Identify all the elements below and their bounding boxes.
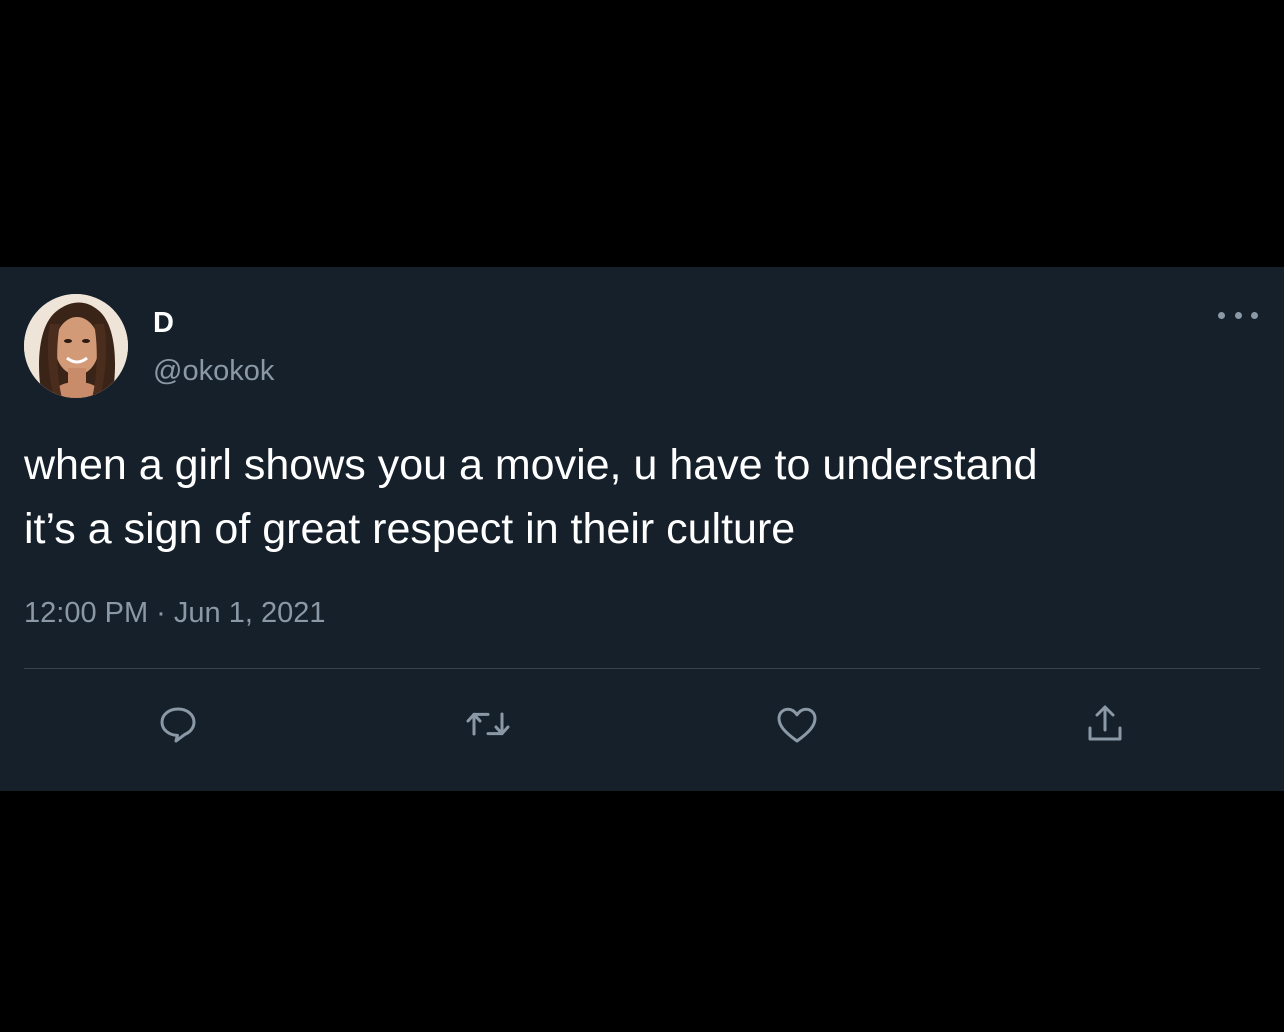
divider [24,668,1260,669]
avatar-image [24,294,128,398]
avatar[interactable] [24,294,128,398]
share-icon [1088,705,1122,741]
like-button[interactable] [769,696,825,752]
more-dot [1234,311,1242,319]
retweet-button[interactable] [460,696,516,752]
share-button[interactable] [1077,696,1133,752]
retweet-icon [466,712,510,736]
heart-icon [777,707,817,743]
more-dot [1251,311,1258,319]
user-handle[interactable]: @okokok [153,353,274,389]
tweet-text: when a girl shows you a movie, u have to… [24,441,1038,553]
tweet-actions [0,692,1284,756]
tweet-card: D @okokok when a girl shows you a movie,… [0,267,1284,791]
reply-button[interactable] [150,696,206,752]
tweet-timestamp[interactable]: 12:00 PM · Jun 1, 2021 [24,595,325,631]
more-dot [1218,311,1225,319]
more-icon[interactable] [1218,305,1258,325]
reply-icon [160,707,196,743]
display-name[interactable]: D [153,305,174,341]
